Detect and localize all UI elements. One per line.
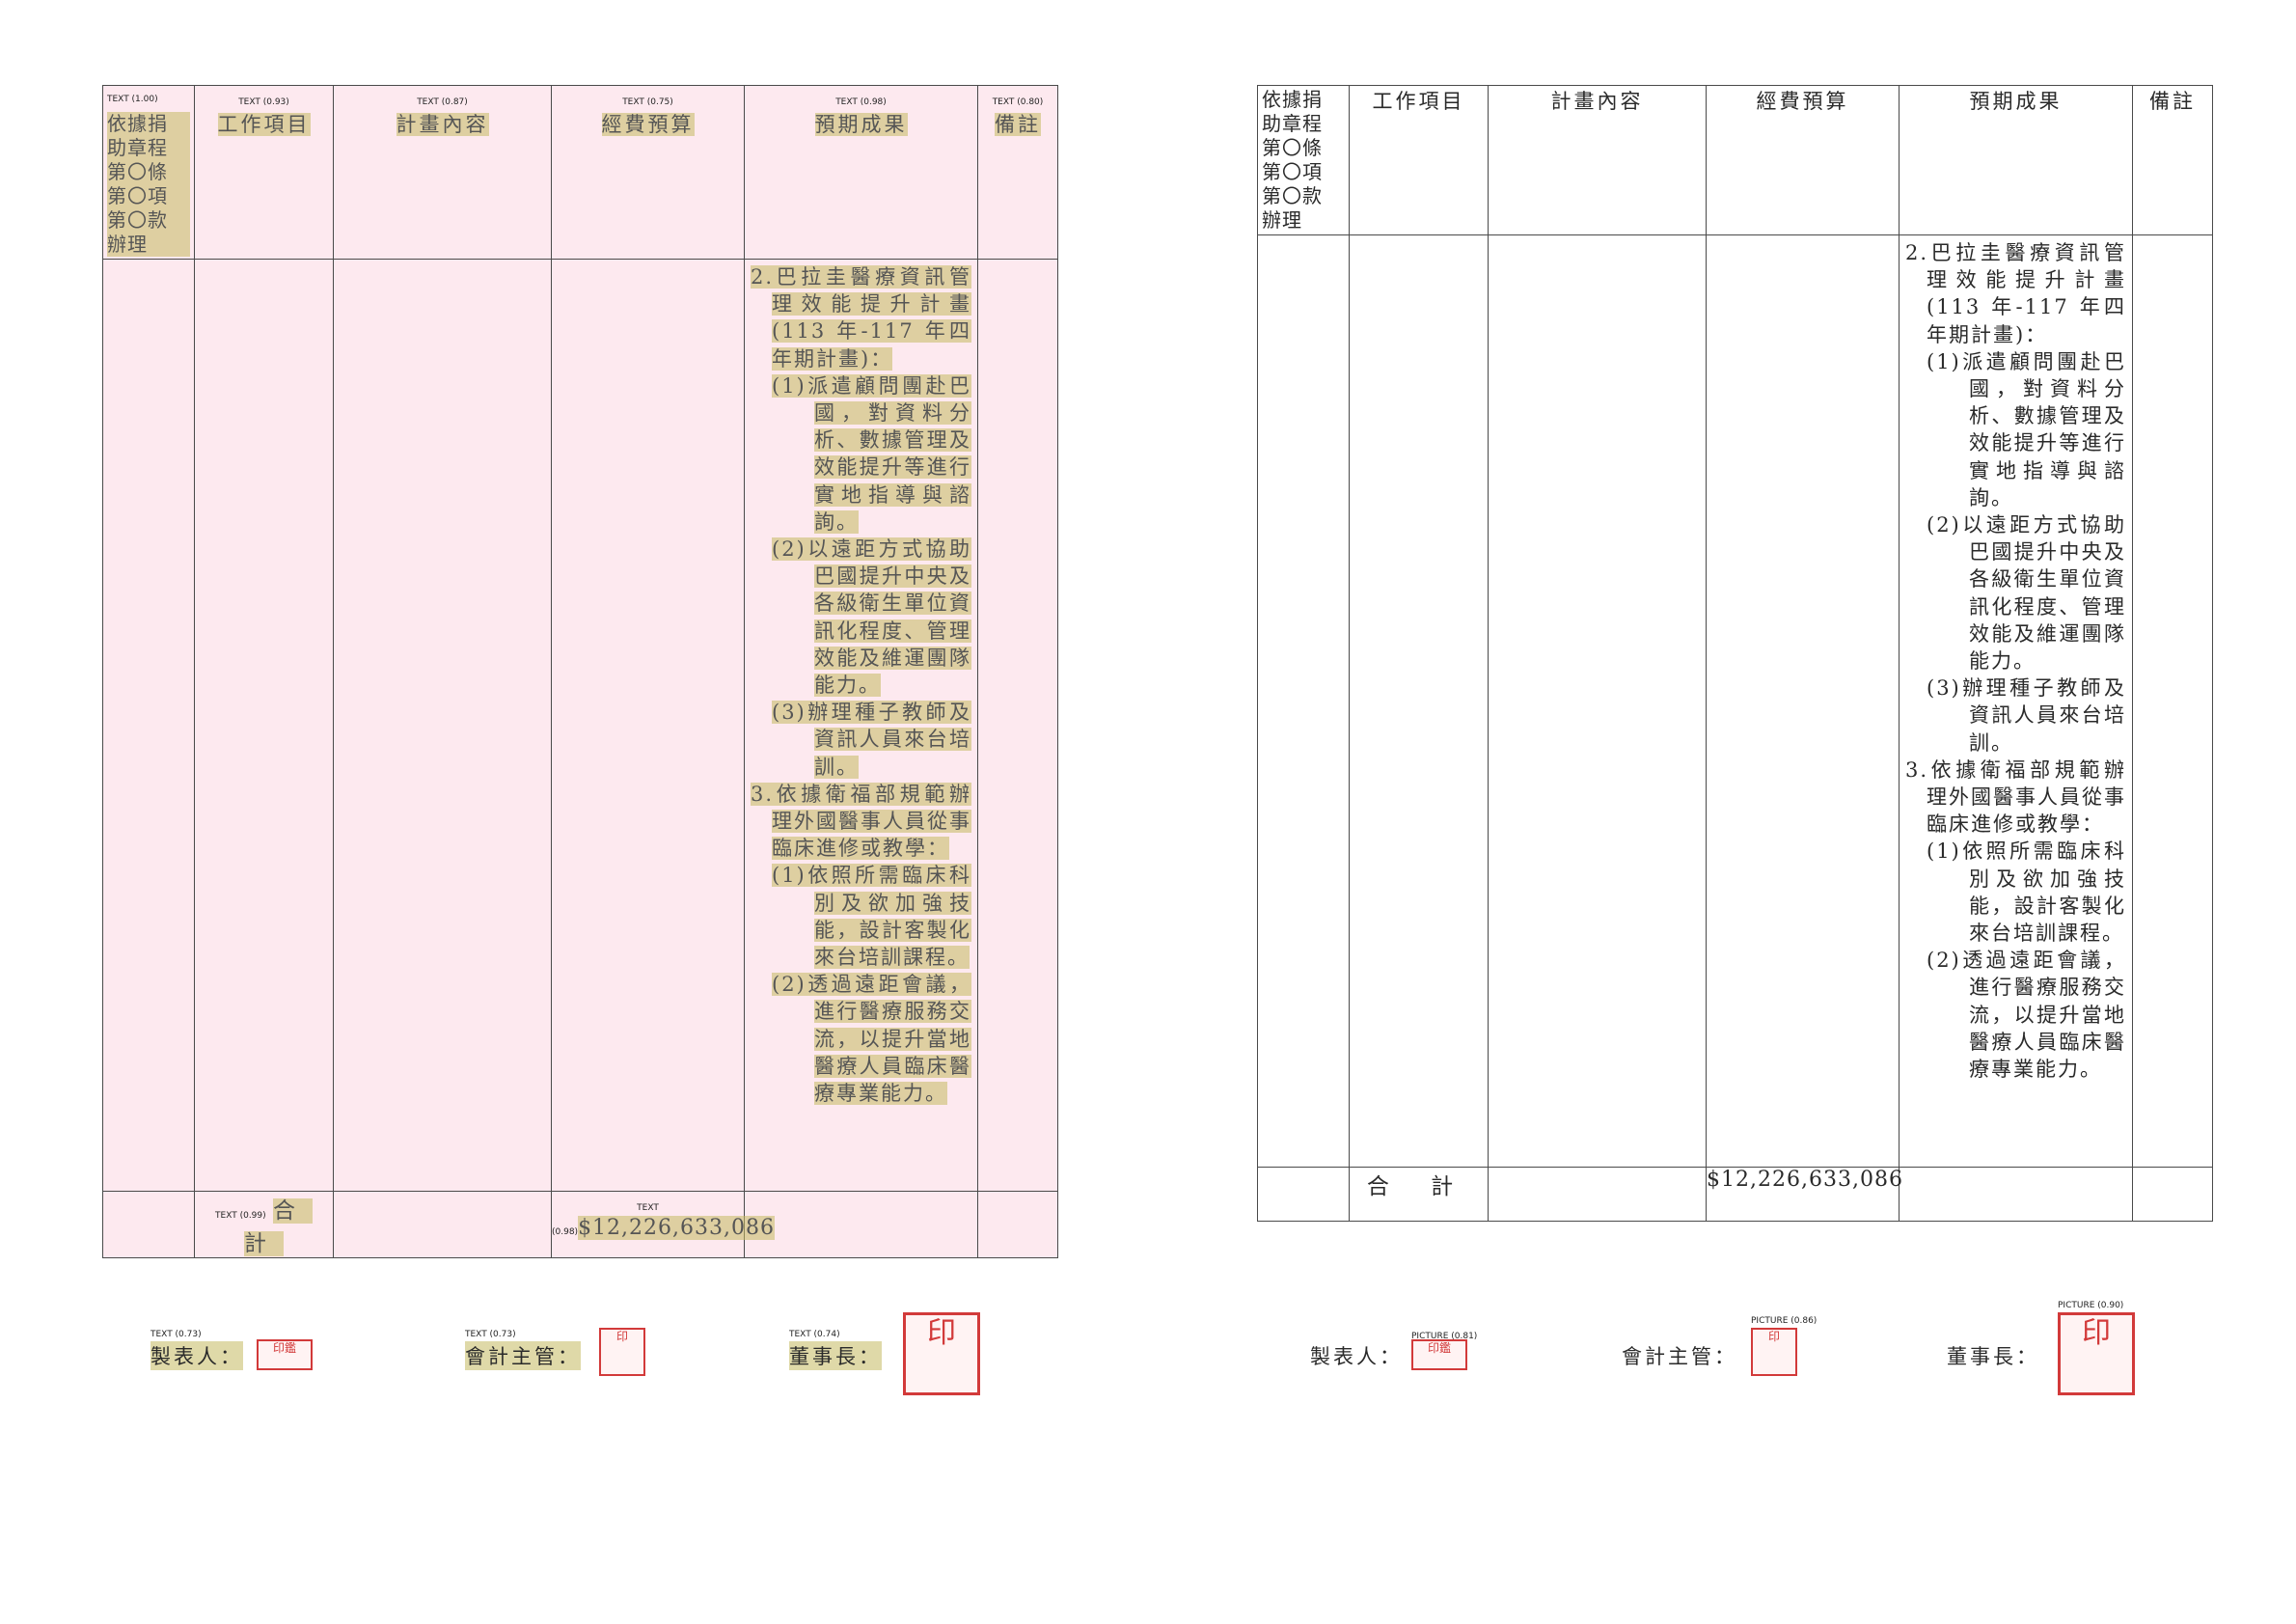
header-row: TEXT (1.00) 依據捐 助章程 第〇條 第〇項 第〇款 辦理 TEXT … — [102, 85, 1058, 260]
outcome-item: (2)以遠距方式協助巴國提升中央及各級衛生單位資訊化程度、管理效能及維運團隊能力… — [1927, 513, 2126, 674]
accounting-supervisor-label: 會計主管： — [1622, 1345, 1737, 1368]
header-work-item: TEXT (0.93) 工作項目 — [194, 85, 334, 260]
outcome-item: (2)以遠距方式協助巴國提升中央及各級衛生單位資訊化程度、管理效能及維運團隊能力… — [772, 537, 971, 698]
header-expected-results: TEXT (0.98) 預期成果 — [744, 85, 978, 260]
header-budget: 經費預算 — [1706, 85, 1900, 235]
chairman-label: 董事長： — [1947, 1345, 2039, 1368]
budget-table: 依據捐 助章程 第〇條 第〇項 第〇款 辦理 工作項目 計畫內容 經費預算 預期… — [1257, 85, 2213, 1222]
outcome-item: 3.依據衛福部規範辦理外國醫事人員從事臨床進修或教學： — [751, 782, 971, 861]
total-row: TEXT (0.99) 合 計 TEXT (0.98)$12,226,633,0… — [102, 1191, 1058, 1258]
signature-row: TEXT (0.73) 製表人： 印鑑 TEXT (0.73) 會計主管： 印 … — [102, 1312, 1057, 1417]
preparer-label: 製表人： — [1310, 1345, 1403, 1368]
outcome-item: (1)派遣顧問團赴巴國，對資料分析、數據管理及效能提升等進行實地指導與諮詢。 — [772, 373, 971, 534]
header-plan-content: TEXT (0.87) 計畫內容 — [333, 85, 552, 260]
header-row: 依據捐 助章程 第〇條 第〇項 第〇款 辦理 工作項目 計畫內容 經費預算 預期… — [1257, 85, 2213, 235]
outcome-item: (3)辦理種子教師及資訊人員來台培訓。 — [772, 701, 971, 779]
preparer-seal-stamp: 印鑑 — [257, 1339, 313, 1370]
chairman-label: 董事長： — [789, 1341, 882, 1370]
outcome-item: (1)派遣顧問團赴巴國，對資料分析、數據管理及效能提升等進行實地指導與諮詢。 — [1927, 349, 2126, 509]
total-amount: TEXT (0.98)$12,226,633,086 — [551, 1191, 776, 1258]
outcome-item: 3.依據衛福部規範辦理外國醫事人員從事臨床進修或教學： — [1905, 757, 2126, 837]
chairman-seal-stamp: 印 — [2058, 1312, 2135, 1395]
preparer-label: 製表人： — [150, 1341, 243, 1370]
body-row: 2.巴拉圭醫療資訊管理效能提升計畫(113 年-117 年四年期計畫)： (1)… — [102, 259, 1058, 1192]
total-row: 合 計 $12,226,633,086 — [1257, 1167, 2213, 1222]
header-budget: TEXT (0.75) 經費預算 — [551, 85, 745, 260]
header-basis: TEXT (1.00) 依據捐 助章程 第〇條 第〇項 第〇款 辦理 — [102, 85, 195, 260]
header-remarks: TEXT (0.80) 備註 — [977, 85, 1058, 260]
layout-annotated-page: TEXT (1.00) 依據捐 助章程 第〇條 第〇項 第〇款 辦理 TEXT … — [102, 85, 1058, 1395]
accountant-seal-stamp: 印 — [599, 1328, 645, 1376]
total-label: 合 計 — [1349, 1167, 1489, 1222]
outcome-item: (1)依照所需臨床科別及欲加強技能，設計客製化來台培訓課程。 — [772, 864, 971, 970]
accounting-supervisor-label: 會計主管： — [465, 1341, 581, 1370]
budget-table-annotated: TEXT (1.00) 依據捐 助章程 第〇條 第〇項 第〇款 辦理 TEXT … — [102, 85, 1058, 1258]
chairman-seal-stamp: 印 — [903, 1312, 980, 1395]
outcome-item: (2)透過遠距會議，進行醫療服務交流，以提升當地醫療人員臨床醫療專業能力。 — [1927, 949, 2126, 1082]
total-label: TEXT (0.99) 合 計 — [194, 1191, 334, 1258]
outcome-item: (2)透過遠距會議，進行醫療服務交流，以提升當地醫療人員臨床醫療專業能力。 — [772, 973, 971, 1106]
total-amount: $12,226,633,086 — [1706, 1167, 1902, 1222]
document-page: 依據捐 助章程 第〇條 第〇項 第〇款 辦理 工作項目 計畫內容 經費預算 預期… — [1257, 85, 2213, 1395]
signature-row: 製表人： PICTURE (0.81) 印鑑 會計主管： PICTURE (0.… — [1257, 1301, 2212, 1417]
outcome-item: 2.巴拉圭醫療資訊管理效能提升計畫(113 年-117 年四年期計畫)： — [1905, 241, 2126, 346]
header-work-item: 工作項目 — [1349, 85, 1489, 235]
header-remarks: 備註 — [2132, 85, 2213, 235]
outcome-item: (3)辦理種子教師及資訊人員來台培訓。 — [1927, 676, 2126, 755]
outcome-item: (1)依照所需臨床科別及欲加強技能，設計客製化來台培訓課程。 — [1927, 840, 2126, 946]
preparer-seal-stamp: 印鑑 — [1411, 1339, 1467, 1370]
header-basis: 依據捐 助章程 第〇條 第〇項 第〇款 辦理 — [1257, 85, 1350, 235]
expected-results-cell: 2.巴拉圭醫療資訊管理效能提升計畫(113 年-117 年四年期計畫)： (1)… — [744, 259, 978, 1192]
accountant-seal-stamp: 印 — [1751, 1328, 1797, 1376]
body-row: 2.巴拉圭醫療資訊管理效能提升計畫(113 年-117 年四年期計畫)： (1)… — [1257, 234, 2213, 1168]
header-plan-content: 計畫內容 — [1488, 85, 1707, 235]
outcome-item: 2.巴拉圭醫療資訊管理效能提升計畫(113 年-117 年四年期計畫)： — [751, 265, 971, 371]
header-expected-results: 預期成果 — [1899, 85, 2133, 235]
expected-results-cell: 2.巴拉圭醫療資訊管理效能提升計畫(113 年-117 年四年期計畫)： (1)… — [1899, 234, 2133, 1168]
